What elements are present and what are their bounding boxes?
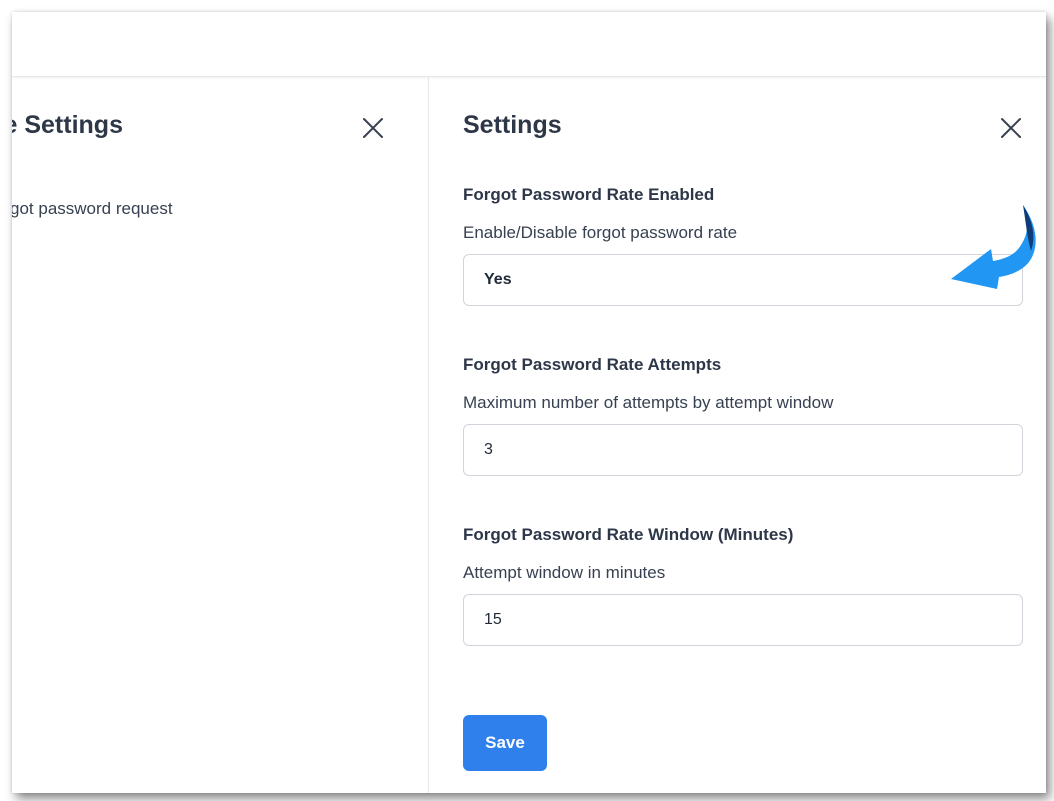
rate-attempts-input[interactable]: 3 [463,424,1023,476]
rate-attempts-help: Maximum number of attempts by attempt wi… [463,393,834,412]
rate-enabled-select[interactable]: Yes [463,254,1023,306]
save-button[interactable]: Save [463,715,547,771]
close-icon [1001,118,1021,138]
top-bar [12,12,1046,77]
rate-window-field: Forgot Password Rate Window (Minutes) At… [463,525,1023,646]
rate-attempts-field: Forgot Password Rate Attempts Maximum nu… [463,355,1023,476]
app-window: ord Rate Settings e forgot password requ… [12,12,1046,793]
rate-attempts-value: 3 [484,441,493,458]
left-close-button[interactable] [361,116,385,140]
rate-window-value: 15 [484,611,502,628]
rate-attempts-label: Forgot Password Rate Attempts [463,355,722,374]
rate-enabled-value: Yes [484,271,512,288]
curved-arrow-icon [951,205,1036,289]
close-icon [363,118,383,138]
rate-window-help: Attempt window in minutes [463,563,666,582]
left-settings-panel: ord Rate Settings e forgot password requ… [12,77,429,793]
left-panel-description: e forgot password request [12,199,173,218]
rate-window-input[interactable]: 15 [463,594,1023,646]
settings-close-button[interactable] [999,116,1023,140]
rate-window-label: Forgot Password Rate Window (Minutes) [463,525,794,544]
rate-enabled-label: Forgot Password Rate Enabled [463,185,715,204]
settings-title: Settings [463,111,562,139]
settings-drawer: Settings Forgot Password Rate Enabled En… [429,77,1046,793]
rate-enabled-field: Forgot Password Rate Enabled Enable/Disa… [463,185,1023,306]
left-panel-title: ord Rate Settings [12,111,123,139]
rate-enabled-help: Enable/Disable forgot password rate [463,223,738,242]
